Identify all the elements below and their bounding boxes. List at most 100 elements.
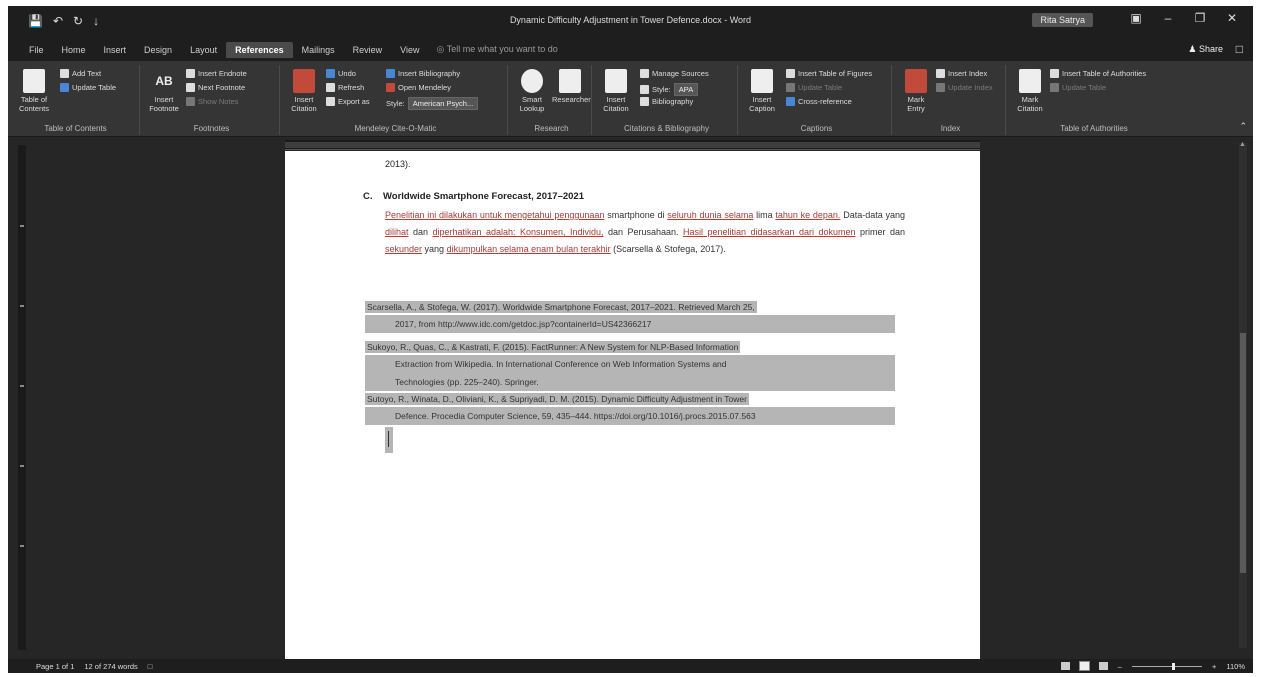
export-as-button[interactable]: Export as bbox=[326, 97, 370, 106]
citation-style-label: Style: bbox=[652, 85, 671, 94]
scroll-up-icon[interactable]: ▲ bbox=[1239, 141, 1246, 148]
authorities-update-icon bbox=[1050, 83, 1059, 92]
tab-references[interactable]: References bbox=[226, 41, 293, 58]
page-count[interactable]: Page 1 of 1 bbox=[36, 662, 74, 671]
ribbon-display-icon[interactable]: ▣ bbox=[1127, 11, 1145, 25]
citation-style-value[interactable]: APA bbox=[673, 83, 699, 96]
minimize-icon[interactable]: – bbox=[1159, 11, 1177, 25]
insert-footnote-label: Insert Footnote bbox=[149, 95, 179, 113]
mendeley-style-value[interactable]: American Psych... bbox=[407, 97, 479, 110]
group-table-of-contents: Table of Contents Add Text Update Table … bbox=[12, 65, 140, 135]
paragraph-text: lima bbox=[753, 210, 776, 220]
ruler-tick bbox=[20, 225, 24, 227]
reference-entry: Sukoyo, R., Quas, C., & Kastrati, F. (20… bbox=[365, 339, 895, 391]
mark-citation-button[interactable]: Mark Citation bbox=[1012, 69, 1048, 113]
zoom-slider-knob[interactable] bbox=[1171, 662, 1175, 670]
mendeley-undo-button[interactable]: Undo bbox=[326, 69, 356, 78]
table-of-contents-button[interactable]: Table of Contents bbox=[16, 69, 52, 113]
citation-style-select[interactable]: Style: APA bbox=[640, 83, 699, 96]
word-window: 💾 ↶ ↻ ↓ Dynamic Difficulty Adjustment in… bbox=[8, 6, 1253, 673]
mark-entry-label: Mark Entry bbox=[907, 95, 925, 113]
share-button[interactable]: ♟ Share bbox=[1188, 44, 1223, 55]
document-page[interactable]: 2013). C. Worldwide Smartphone Forecast, … bbox=[285, 151, 980, 659]
mendeley-undo-label: Undo bbox=[338, 69, 356, 78]
mendeley-style-select[interactable]: Style: American Psych... bbox=[386, 97, 479, 110]
tab-insert[interactable]: Insert bbox=[95, 42, 136, 58]
insert-footnote-button[interactable]: AB Insert Footnote bbox=[146, 69, 182, 113]
restore-icon[interactable]: ❐ bbox=[1191, 11, 1209, 25]
open-mendeley-button[interactable]: Open Mendeley bbox=[386, 83, 451, 92]
reference-line: Sukoyo, R., Quas, C., & Kastrati, F. (20… bbox=[365, 341, 741, 353]
mendeley-refresh-button[interactable]: Refresh bbox=[326, 83, 364, 92]
read-mode-icon[interactable] bbox=[1060, 662, 1070, 670]
insert-caption-button[interactable]: Insert Caption bbox=[744, 69, 780, 113]
document-area: 2013). C. Worldwide Smartphone Forecast, … bbox=[8, 137, 1253, 659]
insert-citation-button[interactable]: Insert Citation bbox=[598, 69, 634, 113]
update-table-button[interactable]: Update Table bbox=[60, 83, 116, 92]
reference-line: Extraction from Wikipedia. In Internatio… bbox=[393, 358, 729, 370]
zoom-level[interactable]: 110% bbox=[1226, 662, 1245, 671]
proofing-icon[interactable]: □ bbox=[148, 662, 153, 671]
word-count[interactable]: 12 of 274 words bbox=[84, 662, 137, 671]
zoom-out-icon[interactable]: – bbox=[1118, 662, 1122, 671]
tab-review[interactable]: Review bbox=[344, 42, 392, 58]
close-icon[interactable]: ✕ bbox=[1223, 11, 1241, 25]
paragraph-text: primer dan bbox=[855, 227, 905, 237]
next-footnote-button[interactable]: Next Footnote bbox=[186, 83, 245, 92]
cross-reference-button[interactable]: Cross-reference bbox=[786, 97, 852, 106]
comment-icon[interactable]: □ bbox=[1236, 42, 1243, 56]
show-notes-button[interactable]: Show Notes bbox=[186, 97, 238, 106]
collapse-ribbon-icon[interactable]: ⌃ bbox=[1239, 121, 1247, 132]
insert-caption-label: Insert Caption bbox=[749, 95, 775, 113]
group-index: Mark Entry Insert Index Update Index Ind… bbox=[896, 65, 1006, 135]
smart-lookup-label: Smart Lookup bbox=[519, 95, 545, 113]
export-as-label: Export as bbox=[338, 97, 370, 106]
insert-bibliography-button[interactable]: Insert Bibliography bbox=[386, 69, 460, 78]
web-layout-icon[interactable] bbox=[1098, 662, 1108, 670]
group-label-footnotes: Footnotes bbox=[193, 124, 230, 133]
group-label-mendeley: Mendeley Cite-O-Matic bbox=[354, 124, 437, 133]
authorities-update-table-label: Update Table bbox=[1062, 83, 1107, 92]
smart-lookup-button[interactable]: Smart Lookup bbox=[514, 69, 550, 113]
horizontal-ruler[interactable] bbox=[285, 140, 980, 150]
update-index-button[interactable]: Update Index bbox=[936, 83, 993, 92]
update-table-icon bbox=[60, 83, 69, 92]
tab-mailings[interactable]: Mailings bbox=[293, 42, 344, 58]
insert-index-button[interactable]: Insert Index bbox=[936, 69, 987, 78]
mendeley-insert-citation-button[interactable]: Insert Citation bbox=[286, 69, 322, 113]
mark-entry-button[interactable]: Mark Entry bbox=[898, 69, 934, 113]
tab-file[interactable]: File bbox=[20, 42, 53, 58]
bibliography-icon bbox=[640, 97, 649, 106]
cross-reference-label: Cross-reference bbox=[798, 97, 852, 106]
lightbulb-icon: ◎ bbox=[436, 44, 447, 54]
authorities-update-table-button[interactable]: Update Table bbox=[1050, 83, 1106, 92]
group-label-toc: Table of Contents bbox=[44, 124, 107, 133]
insert-table-of-figures-button[interactable]: Insert Table of Figures bbox=[786, 69, 872, 78]
add-text-icon bbox=[60, 69, 69, 78]
print-layout-icon[interactable] bbox=[1078, 661, 1090, 671]
researcher-button[interactable]: Researcher bbox=[552, 69, 591, 104]
add-text-button[interactable]: Add Text bbox=[60, 69, 101, 78]
scrollbar-thumb[interactable] bbox=[1240, 333, 1246, 573]
group-label-index: Index bbox=[940, 124, 961, 133]
bibliography-button[interactable]: Bibliography bbox=[640, 97, 693, 106]
vertical-scrollbar[interactable]: ▲ bbox=[1239, 141, 1247, 648]
tab-view[interactable]: View bbox=[391, 42, 428, 58]
next-footnote-label: Next Footnote bbox=[198, 83, 246, 92]
tab-home[interactable]: Home bbox=[53, 42, 95, 58]
zoom-in-icon[interactable]: + bbox=[1212, 662, 1216, 671]
insert-table-of-authorities-label: Insert Table of Authorities bbox=[1062, 69, 1147, 78]
captions-update-table-button[interactable]: Update Table bbox=[786, 83, 842, 92]
window-controls: ▣ – ❐ ✕ bbox=[1127, 11, 1241, 25]
reference-entry: Scarsella, A., & Stofega, W. (2017). Wor… bbox=[365, 299, 895, 333]
insert-table-of-authorities-button[interactable]: Insert Table of Authorities bbox=[1050, 69, 1146, 78]
zoom-slider[interactable] bbox=[1131, 662, 1202, 670]
insert-endnote-button[interactable]: Insert Endnote bbox=[186, 69, 247, 78]
user-account[interactable]: Rita Satrya bbox=[1032, 13, 1093, 27]
spell-underlined-text: Hasil penelitian didasarkan dari dokumen bbox=[683, 227, 856, 237]
tell-me-search[interactable]: ◎ Tell me what you want to do bbox=[429, 41, 566, 58]
update-index-label: Update Index bbox=[948, 83, 993, 92]
manage-sources-button[interactable]: Manage Sources bbox=[640, 69, 709, 78]
tab-design[interactable]: Design bbox=[135, 42, 181, 58]
tab-layout[interactable]: Layout bbox=[181, 42, 226, 58]
